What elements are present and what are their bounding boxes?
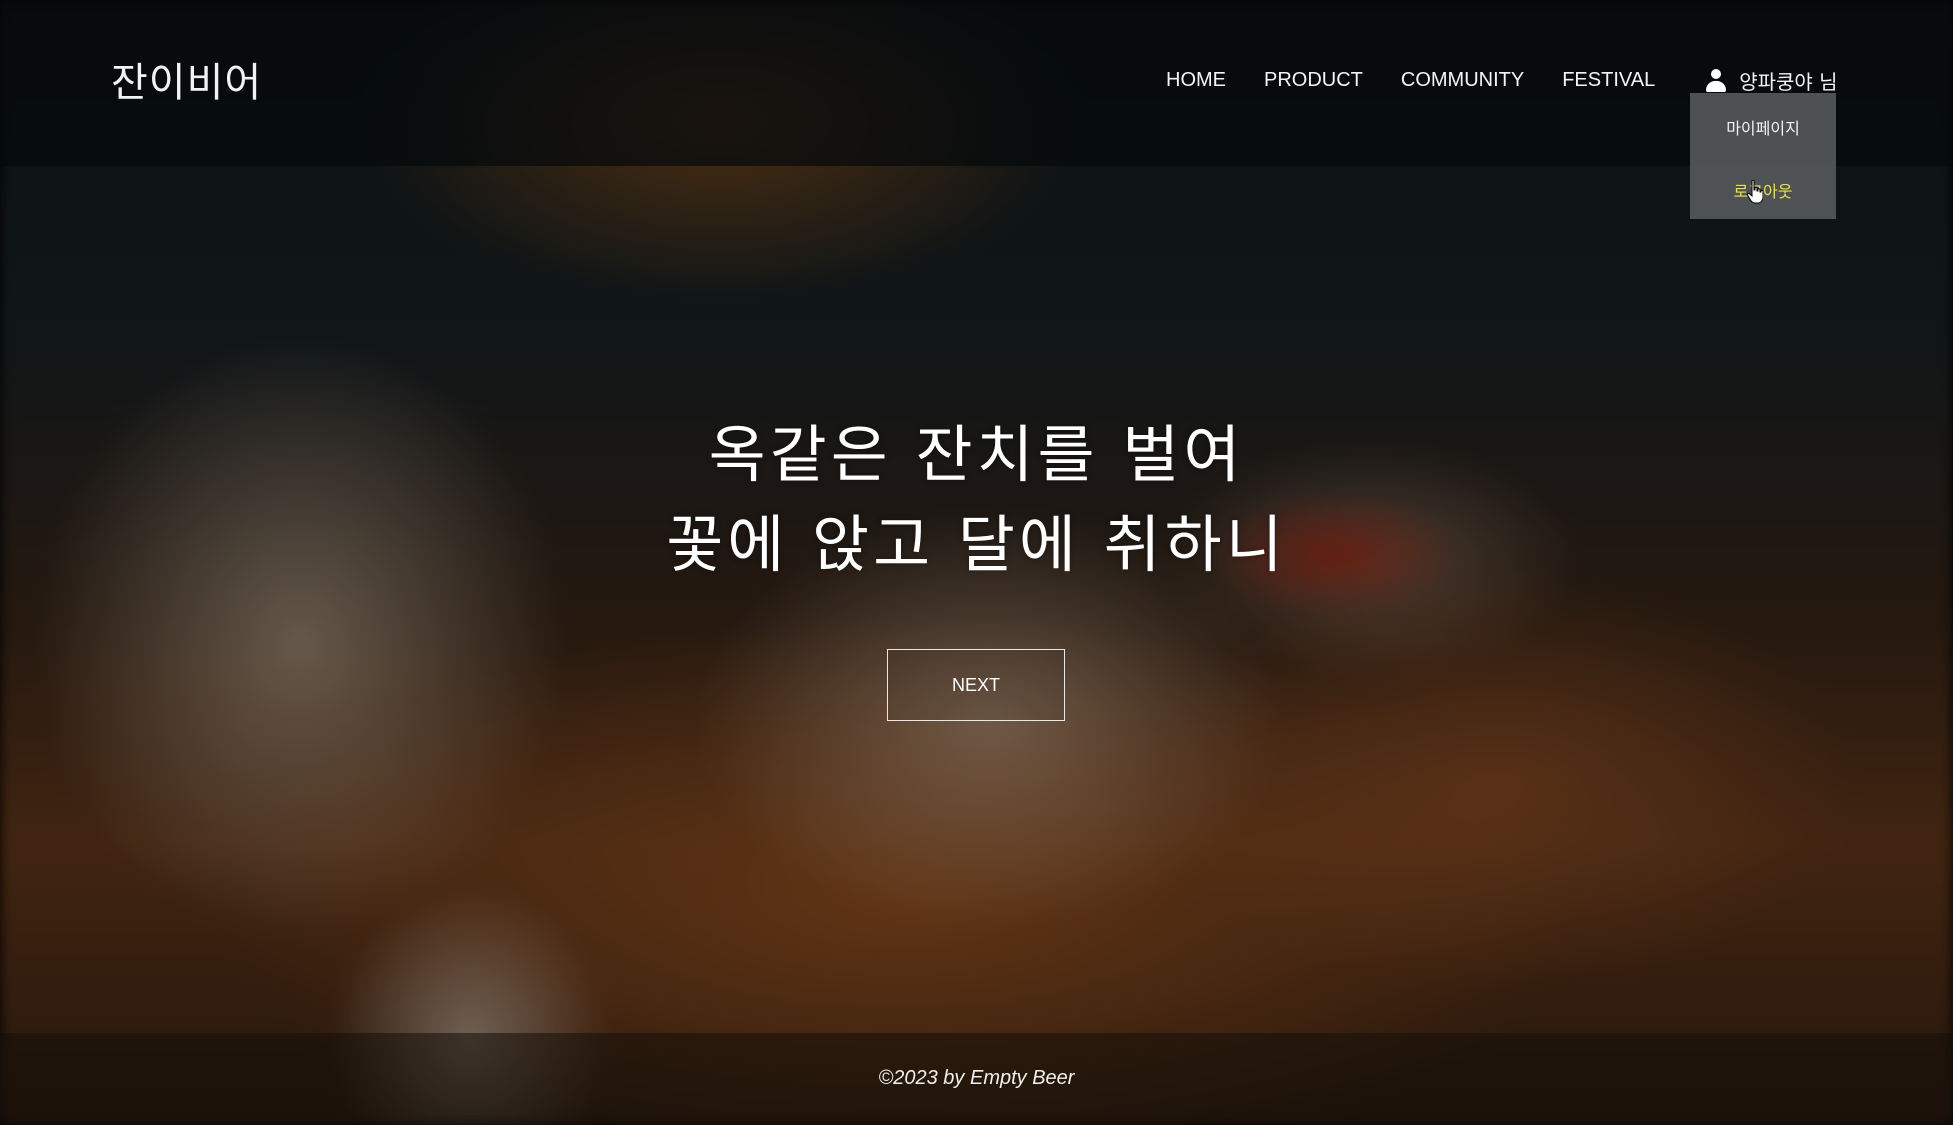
- nav-home[interactable]: HOME: [1166, 69, 1226, 92]
- nav-festival[interactable]: FESTIVAL: [1562, 69, 1655, 92]
- site-header: 잔이비어 HOME PRODUCT COMMUNITY FESTIVAL 양파쿵…: [0, 0, 1953, 166]
- site-footer: ©2023 by Empty Beer: [0, 1033, 1953, 1125]
- site-logo[interactable]: 잔이비어: [111, 50, 262, 108]
- user-name: 양파쿵야 님: [1739, 70, 1838, 94]
- main-nav: HOME PRODUCT COMMUNITY FESTIVAL 양파쿵야 님: [1166, 66, 1838, 95]
- menu-item-mypage[interactable]: 마이페이지: [1690, 115, 1836, 139]
- user-menu-toggle[interactable]: 양파쿵야 님: [1705, 66, 1838, 95]
- nav-community[interactable]: COMMUNITY: [1401, 69, 1524, 92]
- hero-line-1: 옥같은 잔치를 벌여: [708, 418, 1245, 491]
- next-button[interactable]: NEXT: [887, 649, 1065, 721]
- pointer-cursor-icon: [1747, 180, 1763, 204]
- user-dropdown-menu: 마이페이지 로그아웃: [1690, 93, 1836, 219]
- footer-copyright: ©2023 by Empty Beer: [878, 1067, 1075, 1089]
- menu-item-logout[interactable]: 로그아웃: [1690, 178, 1836, 202]
- user-icon: [1705, 68, 1727, 93]
- page: 잔이비어 HOME PRODUCT COMMUNITY FESTIVAL 양파쿵…: [0, 0, 1953, 1125]
- hero-line-2: 꽃에 앉고 달에 취하니: [666, 508, 1287, 581]
- hero-section: 옥같은 잔치를 벌여 꽃에 앉고 달에 취하니: [0, 410, 1953, 590]
- nav-product[interactable]: PRODUCT: [1264, 69, 1363, 92]
